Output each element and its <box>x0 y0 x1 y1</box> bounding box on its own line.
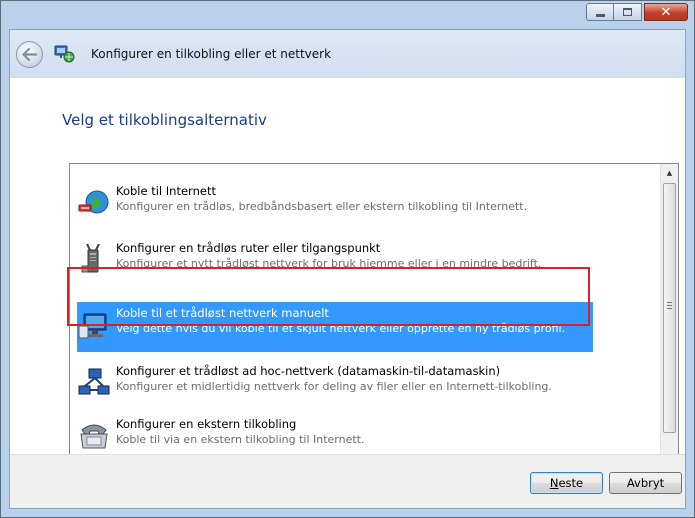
wireless-computer-icon <box>78 313 107 339</box>
caption-buttons: ✕ <box>586 3 688 21</box>
option-description: Velg dette hvis du vil koble til et skju… <box>116 322 566 335</box>
maximize-icon <box>623 8 632 16</box>
next-button-label: Neste <box>549 476 584 490</box>
scroll-up-arrow-icon: ▲ <box>666 168 673 177</box>
list-scrollbar[interactable]: ▲ ▼ <box>660 164 678 470</box>
wizard-nav-bar: Konfigurer en tilkobling eller et nettve… <box>10 30 685 78</box>
adhoc-network-icon <box>78 368 110 395</box>
minimize-button[interactable] <box>586 3 614 21</box>
option-title: Koble til Internett <box>116 184 216 198</box>
scroll-up-button[interactable]: ▲ <box>661 164 678 181</box>
option-description: Konfigurer et nytt trådløst nettverk for… <box>116 257 542 270</box>
wizard-footer: Neste Avbryt <box>10 454 685 508</box>
maximize-button[interactable] <box>614 3 642 21</box>
minimize-icon <box>595 13 605 17</box>
option-description: Konfigurer et midlertidig nettverk for d… <box>116 380 552 393</box>
dialup-phone-icon <box>80 424 108 449</box>
option-description: Koble til via en ekstern tilkobling til … <box>116 433 365 446</box>
close-button[interactable]: ✕ <box>644 3 688 21</box>
connection-options-list[interactable]: Koble til Internett Konfigurer en trådlø… <box>69 163 679 471</box>
scrollbar-grip-icon <box>667 302 672 311</box>
wizard-client-area: Konfigurer en tilkobling eller et nettve… <box>9 29 686 509</box>
option-title: Konfigurer en ekstern tilkobling <box>116 417 297 431</box>
close-icon: ✕ <box>660 4 672 20</box>
option-connect-internet[interactable]: Koble til Internett Konfigurer en trådlø… <box>70 177 660 229</box>
option-title: Konfigurer en trådløs ruter eller tilgan… <box>116 241 381 255</box>
option-adhoc-network[interactable]: Konfigurer et trådløst ad hoc-nettverk (… <box>70 357 660 409</box>
option-description: Konfigurer en trådløs, bredbåndsbasert e… <box>116 200 528 213</box>
wizard-window: ✕ Konfigurer en tilkobling eller et nett… <box>0 0 695 518</box>
network-center-icon <box>54 45 75 63</box>
option-manual-wireless[interactable]: Koble til et trådløst nettverk manuelt V… <box>77 302 593 352</box>
page-heading: Velg et tilkoblingsalternativ <box>62 111 267 129</box>
scrollbar-thumb[interactable] <box>663 183 676 433</box>
option-title: Konfigurer et trådløst ad hoc-nettverk (… <box>116 364 501 378</box>
back-arrow-icon <box>22 47 37 61</box>
wizard-title: Konfigurer en tilkobling eller et nettve… <box>91 47 332 61</box>
next-button[interactable]: Neste <box>530 472 603 494</box>
wireless-router-icon <box>81 244 100 273</box>
option-title: Koble til et trådløst nettverk manuelt <box>116 306 329 320</box>
back-button[interactable] <box>16 40 43 68</box>
globe-network-icon <box>78 190 109 214</box>
cancel-button[interactable]: Avbryt <box>609 472 682 494</box>
option-setup-router[interactable]: Konfigurer en trådløs ruter eller tilgan… <box>70 234 660 286</box>
